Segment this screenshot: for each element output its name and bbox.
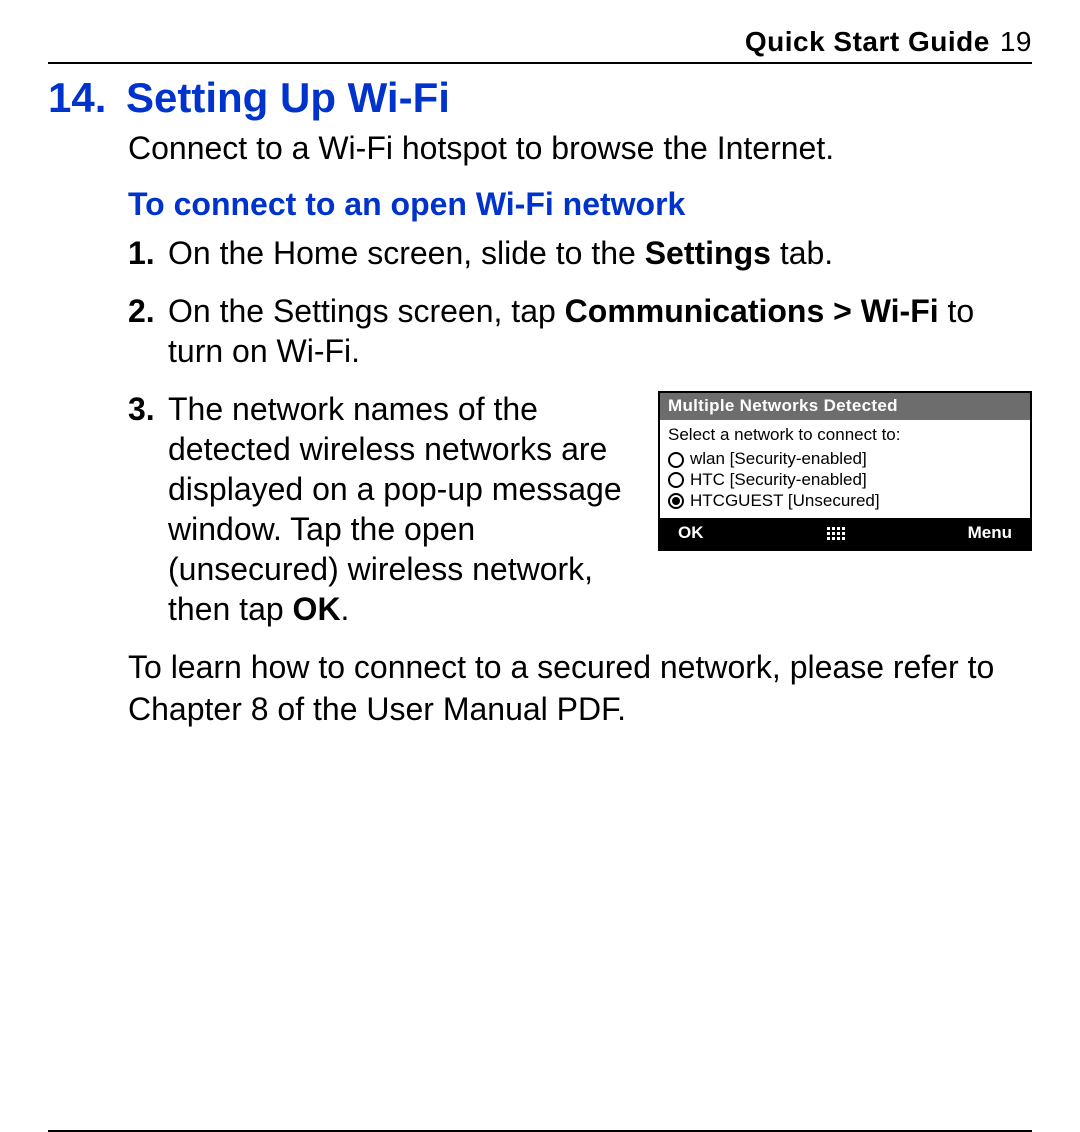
step-text: The network names of the detected wirele… [168, 389, 634, 629]
step-2: 2. On the Settings screen, tap Communica… [128, 291, 1032, 371]
popup-panel: Select a network to connect to: wlan [Se… [660, 420, 1030, 519]
step-1: 1. On the Home screen, slide to the Sett… [128, 233, 1032, 273]
step-text-post: tab. [771, 235, 833, 271]
network-label: HTCGUEST [Unsecured] [690, 492, 880, 511]
apps-grid-icon[interactable] [827, 527, 845, 540]
ok-button[interactable]: OK [678, 524, 704, 543]
manual-page: Quick Start Guide 19 14. Setting Up Wi-F… [0, 0, 1080, 730]
step-number: 2. [128, 291, 158, 371]
radio-selected-icon [668, 493, 684, 509]
section-heading: 14. Setting Up Wi-Fi [48, 74, 1032, 122]
network-label: HTC [Security-enabled] [690, 471, 867, 490]
subheading: To connect to an open Wi-Fi network [128, 186, 1032, 223]
popup-footer: OK Menu [660, 518, 1030, 549]
step-number: 3. [128, 389, 158, 629]
step-text-bold: Settings [645, 235, 771, 271]
network-option[interactable]: wlan [Security-enabled] [668, 450, 1022, 469]
device-popup: Multiple Networks Detected Select a netw… [658, 391, 1032, 551]
step-body: The network names of the detected wirele… [168, 389, 1032, 629]
network-option[interactable]: HTCGUEST [Unsecured] [668, 492, 1022, 511]
step-list: 1. On the Home screen, slide to the Sett… [128, 233, 1032, 629]
header-label: Quick Start Guide [745, 26, 990, 58]
radio-icon [668, 472, 684, 488]
section-number: 14. [48, 74, 112, 122]
section-title-text: Setting Up Wi-Fi [126, 74, 450, 122]
menu-button[interactable]: Menu [968, 524, 1012, 543]
radio-icon [668, 452, 684, 468]
closing-paragraph: To learn how to connect to a secured net… [128, 647, 1032, 730]
popup-prompt: Select a network to connect to: [668, 426, 1022, 445]
network-option[interactable]: HTC [Security-enabled] [668, 471, 1022, 490]
header-page-number: 19 [1000, 26, 1032, 58]
intro-paragraph: Connect to a Wi-Fi hotspot to browse the… [128, 128, 1032, 168]
step-number: 1. [128, 233, 158, 273]
running-header: Quick Start Guide 19 [48, 26, 1032, 64]
network-label: wlan [Security-enabled] [690, 450, 867, 469]
step-body: On the Home screen, slide to the Setting… [168, 233, 1032, 273]
step-text-bold: Communications > Wi-Fi [565, 293, 939, 329]
step-text-bold: OK [293, 591, 341, 627]
step-3: 3. The network names of the detected wir… [128, 389, 1032, 629]
step-text-pre: On the Home screen, slide to the [168, 235, 645, 271]
step-body: On the Settings screen, tap Communicatio… [168, 291, 1032, 371]
popup-titlebar: Multiple Networks Detected [660, 393, 1030, 420]
step-text-pre: The network names of the detected wirele… [168, 391, 622, 627]
step-text-post: . [341, 591, 350, 627]
step-text-pre: On the Settings screen, tap [168, 293, 565, 329]
